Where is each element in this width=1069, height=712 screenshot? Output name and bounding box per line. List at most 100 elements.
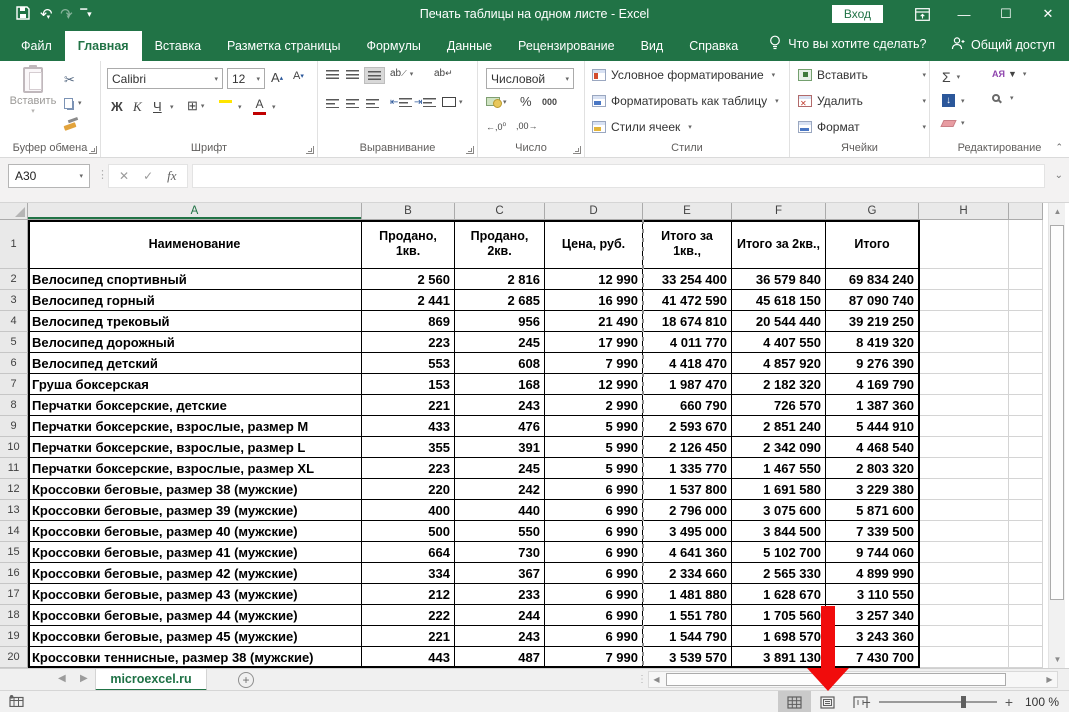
- cell-name[interactable]: Кроссовки беговые, размер 41 (мужские): [28, 542, 362, 563]
- cell-value[interactable]: 220: [362, 479, 455, 500]
- cell-value[interactable]: 9 276 390: [826, 353, 919, 374]
- cell-value[interactable]: 6 990: [545, 479, 643, 500]
- normal-view-button[interactable]: [778, 691, 811, 712]
- cell-name[interactable]: Кроссовки беговые, размер 38 (мужские): [28, 479, 362, 500]
- cell-value[interactable]: 45 618 150: [732, 290, 826, 311]
- cell-value[interactable]: 243: [455, 395, 545, 416]
- page-layout-view-button[interactable]: [811, 691, 844, 712]
- cell-value[interactable]: 367: [455, 563, 545, 584]
- fill-color-button[interactable]: [219, 99, 232, 103]
- cell-value[interactable]: 5 990: [545, 416, 643, 437]
- vertical-scrollbar-thumb[interactable]: [1050, 225, 1064, 600]
- cell-value[interactable]: 550: [455, 521, 545, 542]
- column-header-B[interactable]: B: [362, 203, 455, 220]
- vertical-scrollbar[interactable]: ▲ ▼: [1048, 203, 1065, 668]
- borders-button[interactable]: ⊞▾: [187, 99, 204, 112]
- empty-cell[interactable]: [919, 521, 1009, 542]
- decrease-indent-button[interactable]: ⇤: [390, 97, 412, 108]
- cell-name[interactable]: Велосипед горный: [28, 290, 362, 311]
- cell-value[interactable]: 400: [362, 500, 455, 521]
- cell-value[interactable]: 222: [362, 605, 455, 626]
- cell-value[interactable]: 233: [455, 584, 545, 605]
- cell-value[interactable]: 443: [362, 647, 455, 668]
- close-button[interactable]: ✕: [1027, 0, 1069, 28]
- cell-name[interactable]: Кроссовки беговые, размер 42 (мужские): [28, 563, 362, 584]
- minimize-button[interactable]: —: [943, 0, 985, 28]
- expand-formula-bar-icon[interactable]: ⌄: [1055, 170, 1063, 181]
- cell-value[interactable]: 1 628 670: [732, 584, 826, 605]
- cell-value[interactable]: 4 899 990: [826, 563, 919, 584]
- cell-name[interactable]: Кроссовки беговые, размер 44 (мужские): [28, 605, 362, 626]
- row-number[interactable]: 14: [0, 521, 28, 542]
- format-painter-button[interactable]: [64, 115, 94, 137]
- cell-name[interactable]: Перчатки боксерские, взрослые, размер L: [28, 437, 362, 458]
- cell-value[interactable]: 3 539 570: [643, 647, 732, 668]
- row-number[interactable]: 7: [0, 374, 28, 395]
- empty-cell[interactable]: [919, 626, 1009, 647]
- zoom-level[interactable]: 100 %: [1021, 695, 1059, 709]
- ribbon-tab-0[interactable]: Файл: [8, 31, 65, 61]
- column-header-G[interactable]: G: [826, 203, 919, 220]
- empty-cell[interactable]: [919, 542, 1009, 563]
- row-number[interactable]: 9: [0, 416, 28, 437]
- row-number[interactable]: 15: [0, 542, 28, 563]
- cell-value[interactable]: 33 254 400: [643, 269, 732, 290]
- cell-value[interactable]: 664: [362, 542, 455, 563]
- cell-value[interactable]: 3 110 550: [826, 584, 919, 605]
- cell-value[interactable]: 21 490: [545, 311, 643, 332]
- cell-value[interactable]: 12 990: [545, 374, 643, 395]
- cell-name[interactable]: Кроссовки беговые, размер 40 (мужские): [28, 521, 362, 542]
- formula-bar-splitter[interactable]: ⋮: [97, 168, 108, 181]
- wrap-text-button[interactable]: ab↵: [434, 68, 453, 79]
- cell-value[interactable]: 2 796 000: [643, 500, 732, 521]
- cell-value[interactable]: 869: [362, 311, 455, 332]
- underline-button[interactable]: Ч: [153, 99, 162, 114]
- horizontal-scrollbar[interactable]: ◀ ▶: [648, 671, 1058, 688]
- enter-icon[interactable]: ✓: [143, 169, 153, 183]
- zoom-slider[interactable]: [879, 701, 997, 703]
- font-color-button[interactable]: А: [253, 97, 266, 115]
- row-number[interactable]: 11: [0, 458, 28, 479]
- cell-value[interactable]: 223: [362, 332, 455, 353]
- cell-value[interactable]: 440: [455, 500, 545, 521]
- cell-value[interactable]: 3 495 000: [643, 521, 732, 542]
- align-top-button[interactable]: [326, 70, 339, 79]
- cell-value[interactable]: 18 674 810: [643, 311, 732, 332]
- autosum-button[interactable]: Σ▾: [942, 69, 960, 85]
- cell-value[interactable]: 2 593 670: [643, 416, 732, 437]
- cell-value[interactable]: 212: [362, 584, 455, 605]
- row-number[interactable]: 1: [0, 220, 28, 269]
- header-cell-5[interactable]: Итого за 2кв.,: [732, 220, 826, 269]
- undo-icon[interactable]: ↶▾: [40, 7, 50, 22]
- column-header-E[interactable]: E: [643, 203, 732, 220]
- clipboard-dialog-launcher-icon[interactable]: [89, 146, 97, 154]
- row-number[interactable]: 18: [0, 605, 28, 626]
- cell-name[interactable]: Перчатки боксерские, взрослые, размер XL: [28, 458, 362, 479]
- clear-button[interactable]: ▾: [942, 119, 965, 127]
- empty-cell[interactable]: [1009, 458, 1043, 479]
- empty-cell[interactable]: [1009, 605, 1043, 626]
- fill-color-dropdown[interactable]: ▾: [235, 103, 242, 111]
- format-cells-button[interactable]: Формат▾: [798, 120, 926, 134]
- font-dialog-launcher-icon[interactable]: [306, 146, 314, 154]
- empty-cell[interactable]: [919, 584, 1009, 605]
- cell-value[interactable]: 4 407 550: [732, 332, 826, 353]
- empty-cell[interactable]: [1009, 479, 1043, 500]
- cell-value[interactable]: 1 387 360: [826, 395, 919, 416]
- comma-style-button[interactable]: 000: [542, 97, 557, 107]
- cell-value[interactable]: 69 834 240: [826, 269, 919, 290]
- zoom-out-icon[interactable]: −: [863, 694, 871, 710]
- cell-name[interactable]: Велосипед трековый: [28, 311, 362, 332]
- empty-cell[interactable]: [919, 563, 1009, 584]
- cell-name[interactable]: Кроссовки беговые, размер 39 (мужские): [28, 500, 362, 521]
- cell-value[interactable]: 242: [455, 479, 545, 500]
- formula-input[interactable]: [192, 164, 1045, 188]
- cell-value[interactable]: 245: [455, 458, 545, 479]
- ribbon-tab-8[interactable]: Справка: [676, 31, 751, 61]
- cell-styles-button[interactable]: Стили ячеек▾: [592, 120, 692, 134]
- empty-cell[interactable]: [919, 220, 1009, 269]
- empty-cell[interactable]: [1009, 563, 1043, 584]
- redo-icon[interactable]: ↷▾: [60, 7, 70, 22]
- insert-cells-button[interactable]: Вставить▾: [798, 68, 926, 82]
- cell-name[interactable]: Кроссовки теннисные, размер 38 (мужские): [28, 647, 362, 668]
